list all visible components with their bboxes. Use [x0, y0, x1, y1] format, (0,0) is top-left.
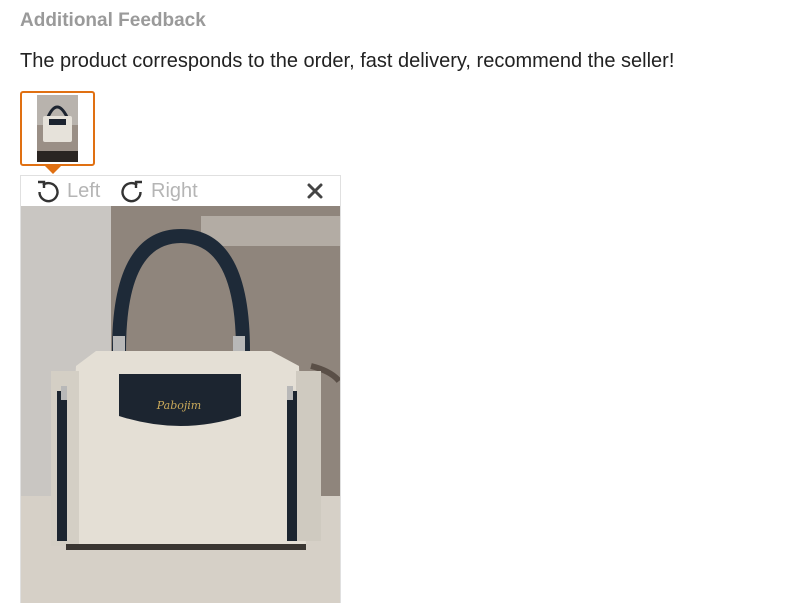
rotate-left-icon [38, 180, 59, 203]
viewer-toolbar: Left Right [21, 176, 340, 206]
thumbnail-image [37, 95, 78, 162]
close-icon[interactable] [306, 182, 324, 200]
image-viewer: Left Right Pabojim [20, 175, 341, 603]
rotate-left-button[interactable]: Left [35, 178, 100, 204]
review-heading: Additional Feedback [20, 10, 206, 31]
rotate-right-icon [121, 180, 142, 203]
thumbnail-pointer [45, 166, 61, 174]
rotate-left-label: Left [67, 179, 101, 202]
review-text: The product corresponds to the order, fa… [20, 50, 675, 72]
rotate-right-label: Right [151, 179, 198, 202]
rotate-right-button[interactable]: Right [119, 178, 198, 204]
product-photo: Pabojim [21, 206, 340, 603]
svg-text:Pabojim: Pabojim [156, 399, 202, 412]
photo-thumbnail[interactable] [20, 91, 95, 174]
